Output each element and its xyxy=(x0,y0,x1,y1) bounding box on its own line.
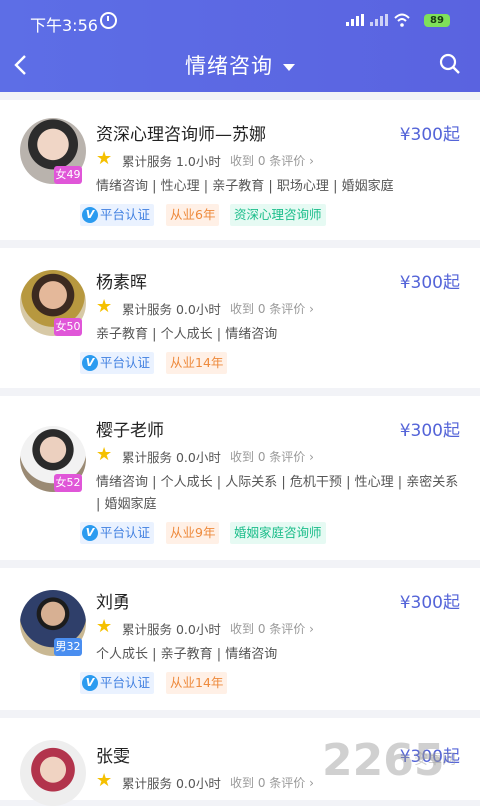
specialty-tags: 情绪咨询 | 性心理 | 亲子教育 | 职场心理 | 婚姻家庭 xyxy=(96,179,394,194)
counselor-name: 张雯 xyxy=(96,747,130,767)
verified-icon: V xyxy=(82,207,98,223)
verified-icon: V xyxy=(82,675,98,691)
status-bar: 下午3:56 89 xyxy=(0,0,480,40)
service-hours: 累计服务 0.0小时 xyxy=(122,302,221,317)
battery-icon: 89 xyxy=(424,14,450,27)
specialty-tags: 情绪咨询 | 个人成长 | 人际关系 | 危机干预 | 性心理 | 亲密关系 |… xyxy=(96,475,459,512)
price: ¥300起 xyxy=(399,125,460,145)
star-icon: ★ xyxy=(96,616,113,637)
page-title: 情绪咨询 xyxy=(185,54,273,78)
top-bar: 下午3:56 89 情绪咨询 xyxy=(0,0,480,92)
service-hours: 累计服务 0.0小时 xyxy=(122,450,221,465)
counselor-name: 樱子老师 xyxy=(96,421,164,441)
service-hours: 累计服务 0.0小时 xyxy=(122,622,221,637)
years-badge: 从业6年 xyxy=(166,204,220,226)
gender-age-badge: 女49 xyxy=(54,166,82,184)
star-icon: ★ xyxy=(96,148,113,169)
counselor-card[interactable]: 女49 资深心理咨询师—苏娜 ¥300起 ★ 累计服务 1.0小时 收到 0 条… xyxy=(0,100,480,240)
counselor-card[interactable]: 男32 刘勇 ¥300起 ★ 累计服务 0.0小时 收到 0 条评价 › 个人成… xyxy=(0,568,480,710)
gender-age-badge: 男32 xyxy=(54,638,82,656)
signal-icon xyxy=(346,14,366,26)
service-hours: 累计服务 1.0小时 xyxy=(122,154,221,169)
platform-cert-badge: V 平台认证 xyxy=(80,522,155,544)
platform-cert-badge: V 平台认证 xyxy=(80,352,155,374)
star-icon: ★ xyxy=(96,770,113,791)
wifi-icon xyxy=(394,13,410,27)
years-badge: 从业14年 xyxy=(166,352,228,374)
reviews-count: 收到 0 条评价 xyxy=(230,776,306,790)
search-icon[interactable] xyxy=(438,52,462,76)
title-badge: 婚姻家庭咨询师 xyxy=(230,522,326,544)
signal-icon-2 xyxy=(370,14,390,26)
counselor-name: 杨素晖 xyxy=(96,273,147,293)
watermark: 2265 安卓网 xyxy=(322,735,472,795)
platform-cert-badge: V 平台认证 xyxy=(80,204,155,226)
cert-label: 平台认证 xyxy=(100,207,151,222)
title-badge: 资深心理咨询师 xyxy=(230,204,326,226)
counselor-card[interactable]: 女50 杨素晖 ¥300起 ★ 累计服务 0.0小时 收到 0 条评价 › 亲子… xyxy=(0,248,480,388)
verified-icon: V xyxy=(82,355,98,371)
years-badge: 从业9年 xyxy=(166,522,220,544)
gender-age-badge: 女50 xyxy=(54,318,82,336)
cert-label: 平台认证 xyxy=(100,675,151,690)
star-icon: ★ xyxy=(96,296,113,317)
reviews-link[interactable]: 收到 0 条评价 › xyxy=(230,620,314,637)
verified-icon: V xyxy=(82,525,98,541)
chevron-down-icon xyxy=(283,63,295,71)
price: ¥300起 xyxy=(399,593,460,613)
reviews-count: 收到 0 条评价 xyxy=(230,154,306,168)
page-title-dropdown[interactable]: 情绪咨询 xyxy=(0,50,480,80)
reviews-count: 收到 0 条评价 xyxy=(230,302,306,316)
price: ¥300起 xyxy=(399,273,460,293)
reviews-link[interactable]: 收到 0 条评价 › xyxy=(230,152,314,169)
reviews-link[interactable]: 收到 0 条评价 › xyxy=(230,300,314,317)
counselor-card[interactable]: 女52 樱子老师 ¥300起 ★ 累计服务 0.0小时 收到 0 条评价 › 情… xyxy=(0,396,480,560)
years-badge: 从业14年 xyxy=(166,672,228,694)
counselor-name: 资深心理咨询师—苏娜 xyxy=(96,125,266,145)
service-hours: 累计服务 0.0小时 xyxy=(122,776,221,791)
counselor-name: 刘勇 xyxy=(96,593,130,613)
cert-label: 平台认证 xyxy=(100,525,151,540)
reviews-count: 收到 0 条评价 xyxy=(230,622,306,636)
platform-cert-badge: V 平台认证 xyxy=(80,672,155,694)
reviews-link[interactable]: 收到 0 条评价 › xyxy=(230,774,314,791)
alarm-icon xyxy=(100,12,117,29)
price: ¥300起 xyxy=(399,421,460,441)
reviews-link[interactable]: 收到 0 条评价 › xyxy=(230,448,314,465)
cert-label: 平台认证 xyxy=(100,355,151,370)
gender-age-badge: 女52 xyxy=(54,474,82,492)
avatar xyxy=(20,740,86,806)
specialty-tags: 亲子教育 | 个人成长 | 情绪咨询 xyxy=(96,327,278,342)
specialty-tags: 个人成长 | 亲子教育 | 情绪咨询 xyxy=(96,647,278,662)
star-icon: ★ xyxy=(96,444,113,465)
reviews-count: 收到 0 条评价 xyxy=(230,450,306,464)
status-time: 下午3:56 xyxy=(30,16,98,35)
watermark-sub: 安卓网 xyxy=(414,752,456,768)
nav-bar: 情绪咨询 xyxy=(0,40,480,92)
